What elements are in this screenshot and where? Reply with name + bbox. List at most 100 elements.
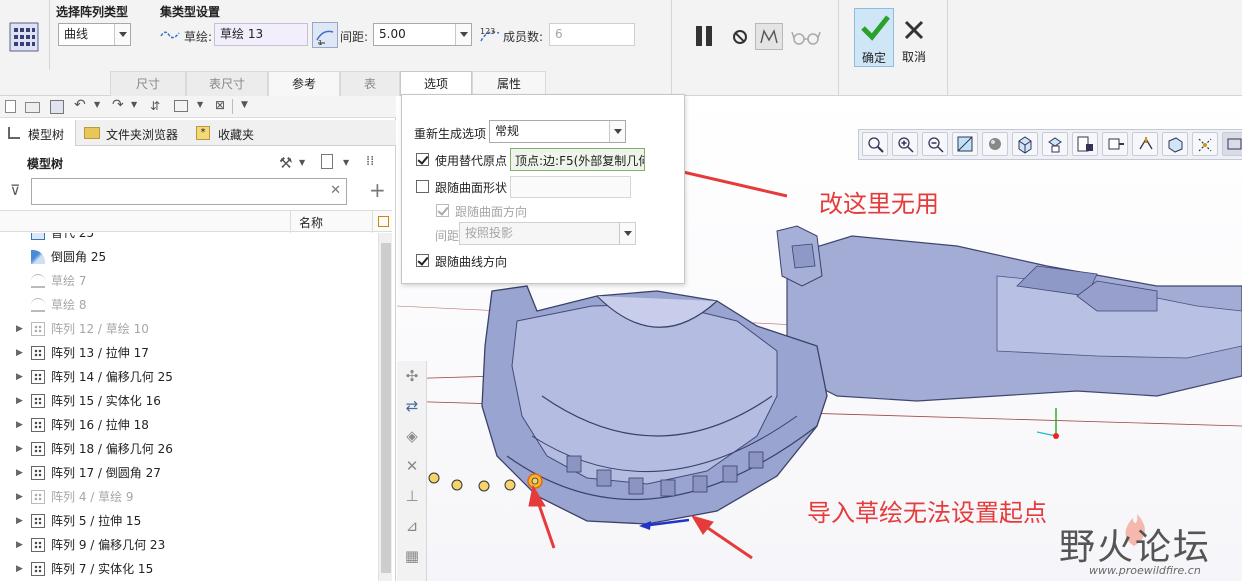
close-window-icon[interactable]: ⊠ — [215, 98, 225, 112]
expand-arrow-icon[interactable]: ▶ — [16, 461, 23, 485]
tree-item[interactable]: ▶ 阵列 4 / 草绘 9 — [0, 485, 378, 509]
clear-search-icon[interactable]: ✕ — [330, 183, 341, 198]
align-icon[interactable]: ⊥ — [400, 484, 424, 508]
sketch-field[interactable]: 草绘 13 — [214, 23, 308, 46]
delete-icon[interactable]: ✕ — [400, 454, 424, 478]
section-icon[interactable] — [1102, 132, 1128, 156]
tree-filter-icon[interactable]: ⁞⁞ — [366, 154, 374, 169]
new-file-icon[interactable] — [5, 100, 16, 113]
tab-favorites[interactable]: * 收藏夹 — [192, 120, 272, 146]
spacing-dropdown[interactable]: 5.00 — [373, 23, 472, 46]
tree-item[interactable]: ▶ 阵列 15 / 实体化 16 — [0, 389, 378, 413]
refit-icon[interactable] — [862, 132, 888, 156]
perspective-icon[interactable] — [1072, 132, 1098, 156]
expand-arrow-icon[interactable]: ▶ — [16, 509, 23, 533]
expand-arrow-icon[interactable]: ▶ — [16, 365, 23, 389]
ok-button[interactable]: 确定 — [854, 8, 894, 67]
windows-dropdown-icon[interactable]: ▼ — [197, 100, 203, 109]
tree-scrollbar-thumb[interactable] — [381, 243, 391, 573]
use-alt-origin-checkbox[interactable] — [416, 153, 429, 166]
expand-arrow-icon[interactable]: ▶ — [16, 533, 23, 557]
regen-option-dropdown[interactable]: 常规 — [489, 120, 626, 143]
tree-item[interactable]: ▶ 阵列 17 / 倒圆角 27 — [0, 461, 378, 485]
table-icon[interactable]: ▦ — [400, 544, 424, 568]
feature-preview-icon[interactable] — [755, 23, 783, 50]
surface-collector[interactable] — [510, 176, 631, 198]
tree-item[interactable]: ▶ 阵列 7 / 实体化 15 — [0, 557, 378, 581]
more-view-tools-icon[interactable] — [1222, 132, 1242, 156]
tab-table[interactable]: 表 — [340, 71, 400, 96]
constraint-icon[interactable]: ⊿ — [400, 514, 424, 538]
pause-icon[interactable] — [694, 25, 718, 49]
column-name-header[interactable]: 名称 — [299, 214, 323, 231]
regenerate-icon[interactable]: ⇵ — [150, 99, 160, 113]
cancel-button[interactable]: 取消 — [896, 8, 932, 67]
follow-curve-dir-checkbox[interactable] — [416, 254, 429, 267]
annotation-display-icon[interactable] — [1162, 132, 1188, 156]
redo-dropdown-icon[interactable]: ▼ — [131, 100, 137, 109]
tab-properties[interactable]: 属性 — [472, 71, 546, 96]
spacing-option-dropdown[interactable]: 按照投影 — [459, 222, 636, 245]
add-filter-icon[interactable]: + — [369, 178, 386, 202]
expand-arrow-icon[interactable]: ▶ — [16, 389, 23, 413]
tab-references[interactable]: 参考 — [268, 71, 340, 96]
tree-item[interactable]: ▶ 阵列 16 / 拉伸 18 — [0, 413, 378, 437]
expand-arrow-icon[interactable]: ▶ — [16, 485, 23, 509]
chevron-down-icon[interactable]: ▼ — [299, 158, 305, 167]
follow-surface-shape-checkbox[interactable] — [416, 180, 429, 193]
expand-arrow-icon[interactable]: ▶ — [16, 557, 23, 581]
glasses-icon[interactable] — [791, 28, 821, 46]
tab-dimensions[interactable]: 尺寸 — [110, 71, 186, 96]
tree-item[interactable]: ▶ 阵列 9 / 偏移几何 23 — [0, 533, 378, 557]
tab-options[interactable]: 选项 — [400, 71, 472, 96]
flip-direction-icon[interactable]: ⇄ — [400, 394, 424, 418]
tree-item[interactable]: 倒圆角 25 — [0, 245, 378, 269]
redo-icon[interactable]: ↷ — [112, 97, 124, 113]
spin-center-icon[interactable] — [1192, 132, 1218, 156]
open-folder-icon[interactable] — [25, 102, 40, 113]
tree-item[interactable]: 草绘 8 — [0, 293, 378, 317]
expand-arrow-icon[interactable]: ▶ — [16, 413, 23, 437]
tree-scrollbar[interactable] — [378, 233, 392, 581]
alt-origin-collector[interactable]: 顶点:边:F5(外部复制几何 — [510, 148, 645, 171]
tree-item[interactable]: ▶ 阵列 18 / 偏移几何 26 — [0, 437, 378, 461]
tab-table-dimensions[interactable]: 表尺寸 — [186, 71, 268, 96]
display-style-icon[interactable] — [982, 132, 1008, 156]
tree-item[interactable]: ▶ 阵列 14 / 偏移几何 25 — [0, 365, 378, 389]
search-input[interactable]: ✕ — [31, 178, 347, 205]
undo-dropdown-icon[interactable]: ▼ — [94, 100, 100, 109]
expand-arrow-icon[interactable]: ▶ — [16, 317, 23, 341]
save-icon[interactable] — [50, 100, 64, 114]
repaint-icon[interactable] — [952, 132, 978, 156]
tab-folder-browser[interactable]: 文件夹浏览器 — [80, 120, 190, 146]
tree-item[interactable]: ▶ 阵列 12 / 草绘 10 — [0, 317, 378, 341]
chevron-down-icon[interactable]: ▼ — [343, 158, 349, 167]
view-manager-icon[interactable] — [1042, 132, 1068, 156]
members-field[interactable]: 6 — [549, 23, 635, 46]
tree-item[interactable]: ▶ 阵列 13 / 拉伸 17 — [0, 341, 378, 365]
follow-surface-dir-checkbox[interactable] — [436, 204, 449, 217]
spacing-mode-button[interactable]: 1 — [312, 22, 338, 48]
expand-arrow-icon[interactable]: ▶ — [16, 341, 23, 365]
column-settings-icon[interactable] — [378, 216, 389, 227]
pattern-type-dropdown[interactable]: 曲线 — [58, 23, 131, 46]
tree-item[interactable]: 草绘 7 — [0, 269, 378, 293]
tree-item[interactable]: 替代 25 — [0, 233, 378, 245]
settings-tools-icon[interactable]: ⚒ — [279, 154, 292, 172]
filter-icon[interactable]: ⊽ — [10, 183, 20, 199]
datum-display-icon[interactable] — [1132, 132, 1158, 156]
zoom-in-icon[interactable] — [892, 132, 918, 156]
expand-arrow-icon[interactable]: ▶ — [16, 437, 23, 461]
windows-icon[interactable] — [174, 100, 188, 112]
pin-icon[interactable]: ◈ — [400, 424, 424, 448]
tree-item[interactable]: ▶ 阵列 5 / 拉伸 15 — [0, 509, 378, 533]
pattern-type-icon[interactable] — [9, 22, 39, 52]
snap-icon[interactable]: ✣ — [400, 364, 424, 388]
no-preview-icon[interactable] — [733, 30, 747, 44]
tab-model-tree[interactable]: 模型树 — [0, 120, 76, 146]
customize-toolbar-icon[interactable]: ▼ — [241, 100, 248, 110]
saved-orientations-icon[interactable] — [1012, 132, 1038, 156]
show-list-icon[interactable] — [321, 154, 333, 169]
zoom-out-icon[interactable] — [922, 132, 948, 156]
undo-icon[interactable]: ↶ — [74, 97, 86, 113]
